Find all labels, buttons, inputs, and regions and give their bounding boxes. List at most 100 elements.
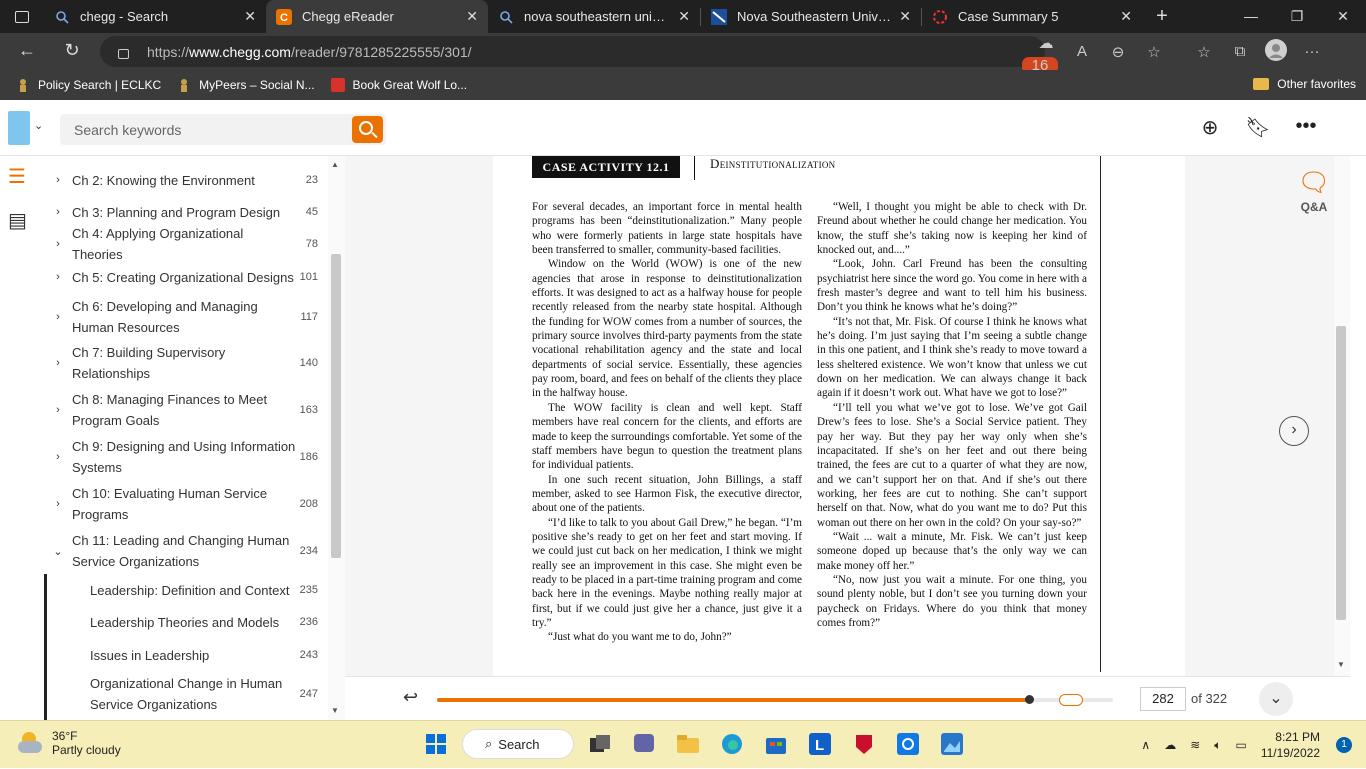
close-icon[interactable]: ✕ (899, 8, 911, 25)
notes-icon[interactable]: ▤ (8, 208, 27, 233)
bookmark-icon (330, 78, 345, 92)
profile-avatar[interactable] (1258, 38, 1294, 65)
toc-toggle-icon[interactable] (8, 111, 30, 145)
search-icon: ⌕ (485, 736, 493, 751)
favorites-icon[interactable]: ☆ (1186, 43, 1222, 61)
toc-item-ch2[interactable]: › Ch 2: Knowing the Environment 23 (44, 169, 328, 191)
scroll-thumb[interactable] (1336, 326, 1346, 620)
search-button[interactable] (352, 116, 383, 143)
toc-subitem-leadership-definition[interactable]: Leadership: Definition and Context 235 (44, 579, 328, 601)
search-input[interactable]: Search keywords (60, 114, 386, 145)
read-aloud-icon[interactable]: A (1064, 43, 1100, 60)
tab-title: nova southeastern university (524, 9, 670, 24)
bookmark-mypeers[interactable]: MyPeers – Social N... (177, 78, 315, 92)
toc-item-ch10[interactable]: › Ch 10: Evaluating Human Service Program… (44, 482, 328, 526)
close-icon[interactable]: ✕ (678, 8, 690, 25)
bookmark-policy-search[interactable]: Policy Search | ECLKC (16, 78, 161, 92)
scroll-down-icon[interactable]: ▼ (1337, 660, 1345, 669)
toc-scrollbar[interactable]: ▲ ▼ (328, 156, 345, 720)
clock[interactable]: 8:21 PM 11/19/2022 (1261, 729, 1320, 761)
toc-list-icon[interactable]: ☰ (8, 164, 26, 189)
toc-item-ch3[interactable]: › Ch 3: Planning and Program Design 45 (44, 201, 328, 223)
toc-item-ch11[interactable]: ⌄ Ch 11: Leading and Changing Human Servi… (44, 529, 328, 573)
more-menu-icon[interactable]: ··· (1294, 43, 1330, 60)
toc-subitem-issues[interactable]: Issues in Leadership 243 (44, 644, 328, 666)
total-pages: of 322 (1191, 691, 1228, 706)
teams-chat-icon[interactable] (626, 729, 662, 759)
tab-chegg-ereader[interactable]: C Chegg eReader ✕ (266, 0, 488, 33)
chevron-right-icon: › (56, 404, 60, 416)
toc-item-ch7[interactable]: › Ch 7: Building Supervisory Relationship… (44, 341, 328, 385)
toc-item-ch9[interactable]: › Ch 9: Designing and Using Information S… (44, 435, 328, 479)
url-field[interactable]: https://www.chegg.com/reader/97812852255… (100, 36, 1045, 67)
weather-widget[interactable]: 36°F Partly cloudy (18, 729, 121, 757)
reader-header: ⌄ Search keywords ⊕ 🔖︎ ••• (0, 101, 1366, 156)
battery-icon[interactable]: ▭ (1235, 738, 1246, 752)
page-number-input[interactable]: 282 (1140, 687, 1186, 711)
other-favorites[interactable]: Other favorites (1253, 77, 1356, 91)
toc-item-ch6[interactable]: › Ch 6: Developing and Managing Human Res… (44, 295, 328, 339)
file-explorer-icon[interactable] (670, 729, 706, 759)
notification-badge[interactable]: 1 (1336, 737, 1352, 753)
more-options-icon[interactable]: ••• (1282, 115, 1330, 140)
close-icon[interactable]: ✕ (1120, 8, 1132, 25)
temperature: 36°F (52, 729, 78, 743)
start-icon[interactable] (418, 729, 454, 759)
toc-item-ch5[interactable]: › Ch 5: Creating Organizational Designs 10… (44, 266, 328, 288)
chegg-icon: C (276, 8, 292, 25)
store-icon[interactable] (758, 729, 794, 759)
back-arrow-icon[interactable]: ← (5, 40, 49, 61)
bookmark-icon[interactable]: 🔖︎ (1234, 115, 1282, 140)
wifi-icon[interactable]: ≋ (1190, 738, 1200, 752)
scroll-thumb[interactable] (331, 254, 341, 558)
onedrive-icon[interactable]: ☁ (1164, 738, 1176, 752)
toc-subitem-leadership-theories[interactable]: Leadership Theories and Models 236 (44, 611, 328, 633)
collapse-button[interactable]: ⌄ (1259, 682, 1293, 716)
collections-icon[interactable]: ⧉ (1222, 43, 1258, 60)
close-icon[interactable]: ✕ (466, 8, 478, 25)
toc-item-ch4[interactable]: › Ch 4: Applying Organizational Theories 7… (44, 226, 328, 262)
window-controls: — ❐ ✕ (1228, 8, 1366, 25)
close-icon[interactable]: ✕ (244, 8, 256, 25)
chevron-down-icon[interactable]: ⌄ (34, 119, 43, 132)
photos-icon[interactable] (934, 729, 970, 759)
tab-chegg-search[interactable]: chegg - Search ✕ (44, 0, 266, 33)
tab-case-summary[interactable]: Case Summary 5 ✕ (922, 0, 1142, 33)
bookmark-great-wolf[interactable]: Book Great Wolf Lo... (330, 78, 467, 92)
cortana-icon[interactable] (890, 729, 926, 759)
scroll-down-icon[interactable]: ▼ (331, 706, 339, 715)
app-l-icon[interactable]: L (802, 729, 838, 759)
chevron-up-icon[interactable]: ∧ (1141, 738, 1150, 752)
new-tab-button[interactable]: + (1142, 5, 1182, 28)
edge-icon[interactable] (714, 729, 750, 759)
scroll-up-icon[interactable]: ▲ (331, 160, 339, 169)
add-favorite-icon[interactable]: ☆ (1136, 43, 1172, 61)
tab-nova-university[interactable]: Nova Southeastern University ✕ (701, 0, 921, 33)
next-page-button[interactable]: › (1279, 416, 1309, 446)
tab-nova-search[interactable]: nova southeastern university ✕ (488, 0, 700, 33)
restore-icon[interactable]: ❐ (1274, 8, 1320, 25)
zoom-icon[interactable]: ⊕ (1186, 115, 1234, 140)
progress-handle[interactable] (1025, 695, 1035, 704)
taskbar-search[interactable]: ⌕ Search (462, 729, 574, 759)
minimize-icon[interactable]: — (1228, 8, 1274, 25)
task-view-icon[interactable] (582, 729, 618, 759)
tab-actions-icon[interactable] (0, 0, 44, 33)
volume-icon[interactable]: 🔈︎ (1214, 738, 1221, 753)
book-page: CASE ACTIVITY 12.1 Deinstitutionalizatio… (493, 156, 1185, 676)
zoom-out-icon[interactable]: ⊖ (1100, 43, 1136, 61)
reader-scrollbar[interactable]: ▼ (1334, 156, 1350, 676)
chevron-down-icon: ⌄ (53, 545, 63, 558)
close-window-icon[interactable]: ✕ (1320, 8, 1366, 25)
toc-item-ch8[interactable]: › Ch 8: Managing Finances to Meet Program… (44, 388, 328, 432)
refresh-icon[interactable]: ↻ (50, 40, 94, 61)
divider (694, 156, 695, 180)
svg-text:C: C (280, 12, 288, 24)
back-icon[interactable]: ↩ (403, 687, 418, 708)
extension-icon[interactable]: ☁16 (1022, 34, 1064, 74)
table-of-contents: › Ch 2: Knowing the Environment 23 › Ch 3: … (44, 156, 328, 720)
chevron-right-icon: › (56, 206, 60, 218)
mcafee-icon[interactable] (846, 729, 882, 759)
progress-slider[interactable] (437, 694, 1113, 706)
toc-subitem-org-change[interactable]: Organizational Change in Human Service O… (44, 672, 328, 716)
